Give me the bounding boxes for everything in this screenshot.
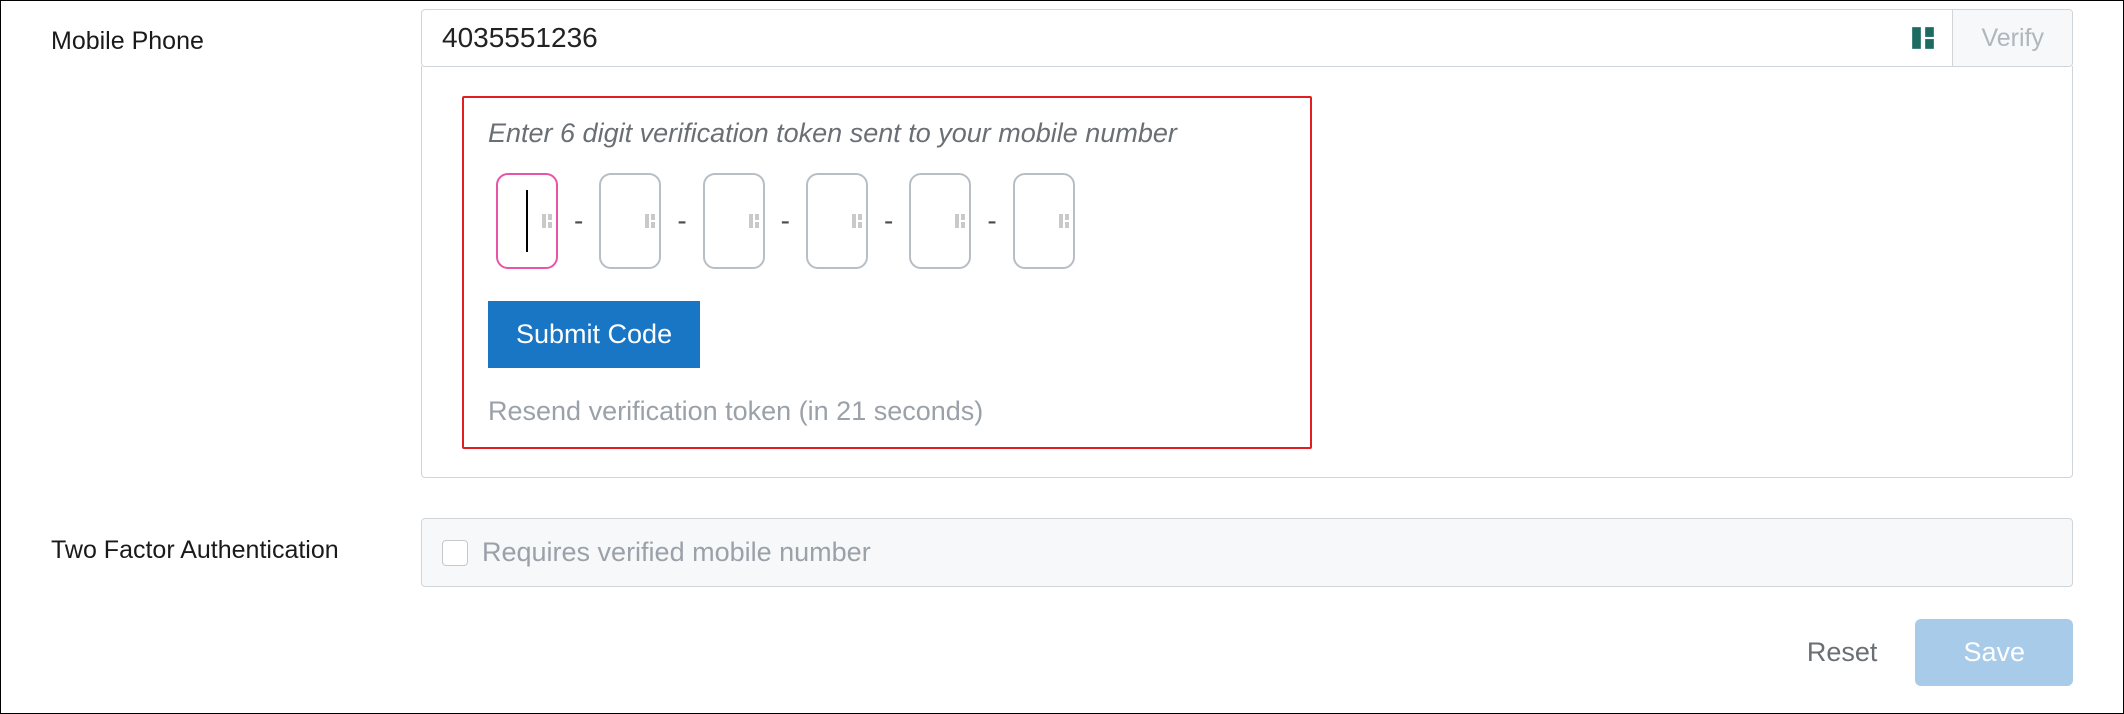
two-factor-content: Requires verified mobile number: [421, 518, 2123, 587]
save-button[interactable]: Save: [1915, 619, 2073, 686]
settings-form: Mobile Phone Verify Enter 6 digit verifi…: [1, 1, 2123, 686]
digit-wrapper-4: [806, 173, 868, 269]
two-factor-box: Requires verified mobile number: [421, 518, 2073, 587]
digit-input-2[interactable]: [599, 173, 661, 269]
password-manager-icon: [1910, 25, 1936, 51]
digit-input-6[interactable]: [1013, 173, 1075, 269]
digit-input-1[interactable]: [496, 173, 558, 269]
digit-wrapper-5: [909, 173, 971, 269]
mobile-phone-row: Mobile Phone Verify Enter 6 digit verifi…: [1, 1, 2123, 486]
form-actions: Reset Save: [1, 595, 2123, 686]
digit-input-4[interactable]: [806, 173, 868, 269]
digit-inputs-group: - -: [488, 173, 1286, 269]
digit-separator: -: [987, 205, 996, 237]
digit-input-3[interactable]: [703, 173, 765, 269]
digit-separator: -: [781, 205, 790, 237]
mobile-phone-content: Verify Enter 6 digit verification token …: [421, 9, 2123, 478]
mobile-phone-label: Mobile Phone: [1, 9, 421, 56]
digit-wrapper-6: [1013, 173, 1075, 269]
digit-separator: -: [884, 205, 893, 237]
digit-separator: -: [677, 205, 686, 237]
resend-token-text: Resend verification token (in 21 seconds…: [488, 396, 1286, 427]
phone-input-wrapper: Verify: [421, 9, 2073, 67]
verify-button[interactable]: Verify: [1952, 10, 2072, 66]
verification-panel: Enter 6 digit verification token sent to…: [421, 66, 2073, 478]
two-factor-checkbox[interactable]: [442, 540, 468, 566]
two-factor-checkbox-label: Requires verified mobile number: [482, 537, 871, 568]
digit-input-5[interactable]: [909, 173, 971, 269]
mobile-phone-input[interactable]: [422, 10, 1910, 66]
two-factor-label: Two Factor Authentication: [1, 518, 421, 565]
two-factor-row: Two Factor Authentication Requires verif…: [1, 510, 2123, 595]
verification-instruction: Enter 6 digit verification token sent to…: [488, 118, 1286, 149]
submit-code-button[interactable]: Submit Code: [488, 301, 700, 368]
digit-wrapper-3: [703, 173, 765, 269]
verification-error-box: Enter 6 digit verification token sent to…: [462, 96, 1312, 449]
digit-wrapper-1: [496, 173, 558, 269]
reset-button[interactable]: Reset: [1797, 623, 1888, 682]
digit-wrapper-2: [599, 173, 661, 269]
digit-separator: -: [574, 205, 583, 237]
